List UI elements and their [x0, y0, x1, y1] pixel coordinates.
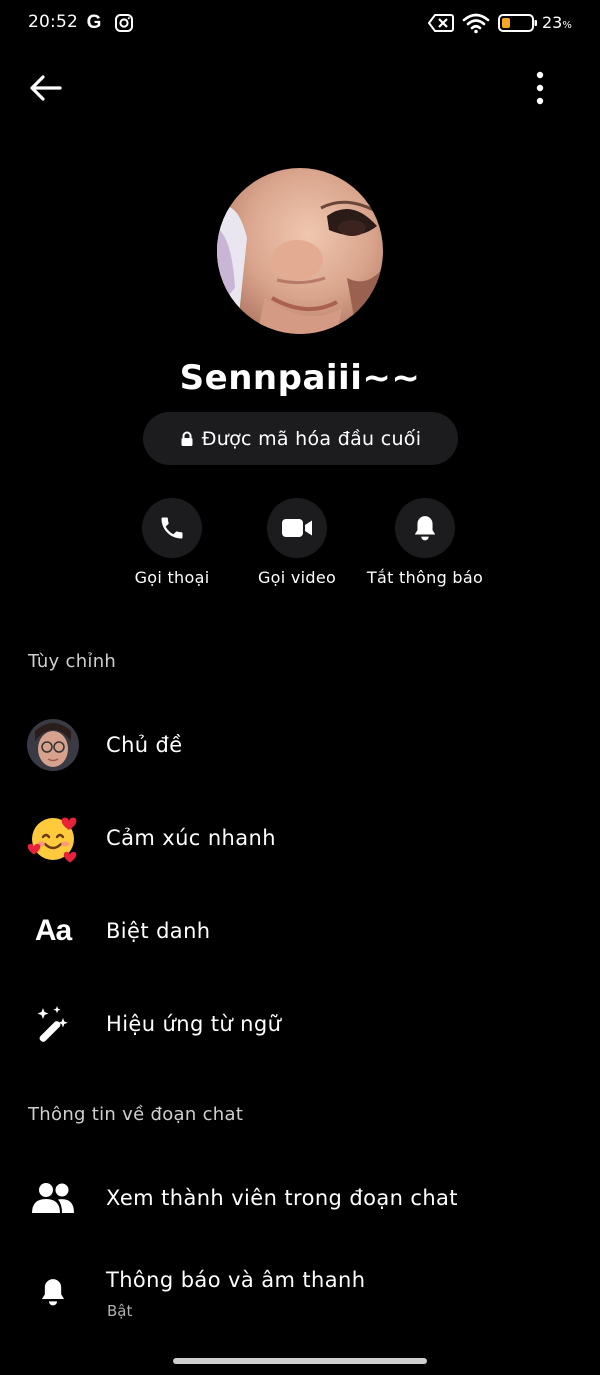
vertical-ellipsis-icon — [536, 71, 544, 105]
voice-call-label: Gọi thoại — [134, 568, 210, 587]
list-item-label: Thông báo và âm thanh — [106, 1268, 366, 1292]
lock-icon — [181, 431, 193, 446]
text-aa-icon: Aa — [34, 914, 72, 947]
people-icon — [26, 1171, 80, 1225]
encryption-label: Được mã hóa đầu cuối — [201, 427, 422, 450]
section-title-customize: Tùy chỉnh — [28, 651, 117, 672]
list-item-label: Biệt danh — [106, 919, 211, 943]
list-item-word-effects[interactable]: Hiệu ứng từ ngữ — [0, 984, 600, 1064]
bell-icon — [414, 516, 436, 541]
battery-icon — [498, 12, 538, 34]
encryption-badge[interactable]: Được mã hóa đầu cuối — [143, 412, 458, 465]
arrow-left-icon — [30, 75, 62, 101]
list-item-label: Hiệu ứng từ ngữ — [106, 1012, 282, 1036]
section-title-chat-info: Thông tin về đoạn chat — [28, 1104, 244, 1125]
list-item-view-members[interactable]: Xem thành viên trong đoạn chat — [0, 1158, 600, 1238]
list-item-nickname[interactable]: Aa Biệt danh — [0, 891, 600, 971]
smiling-face-with-hearts-icon — [26, 811, 80, 865]
video-camera-icon — [282, 519, 312, 537]
magic-wand-icon — [26, 997, 80, 1051]
status-time: 20:52 — [28, 12, 78, 32]
mute-notifications-circle[interactable] — [395, 498, 455, 558]
no-sim-icon — [428, 12, 454, 34]
back-button[interactable] — [24, 68, 68, 108]
mute-notifications-label: Tắt thông báo — [366, 568, 484, 587]
wifi-icon — [462, 12, 490, 34]
battery-percentage: 23% — [542, 13, 572, 32]
list-item-quick-reaction[interactable]: Cảm xúc nhanh — [0, 798, 600, 878]
profile-avatar[interactable] — [217, 168, 383, 334]
list-item-label: Xem thành viên trong đoạn chat — [106, 1186, 458, 1210]
list-item-sublabel: Bật — [107, 1302, 133, 1320]
list-item-label: Cảm xúc nhanh — [106, 826, 276, 850]
phone-icon — [161, 517, 183, 539]
status-bar: 20:52 G 23% — [0, 0, 600, 46]
more-options-button[interactable] — [522, 66, 558, 110]
list-item-theme[interactable]: Chủ đề — [0, 705, 600, 785]
theme-avatar-icon — [26, 718, 80, 772]
list-item-label: Chủ đề — [106, 733, 183, 757]
bell-icon — [26, 1265, 80, 1319]
mute-notifications-button[interactable]: Tắt thông báo — [345, 498, 505, 587]
video-call-circle[interactable] — [267, 498, 327, 558]
voice-call-circle[interactable] — [142, 498, 202, 558]
google-icon: G — [86, 12, 102, 33]
video-call-label: Gọi video — [257, 568, 337, 587]
instagram-icon — [114, 12, 134, 34]
profile-name: Sennpaiii~~ — [179, 358, 421, 398]
home-indicator[interactable] — [173, 1358, 427, 1364]
list-item-notifications-sounds[interactable]: Thông báo và âm thanh Bật — [0, 1252, 600, 1332]
